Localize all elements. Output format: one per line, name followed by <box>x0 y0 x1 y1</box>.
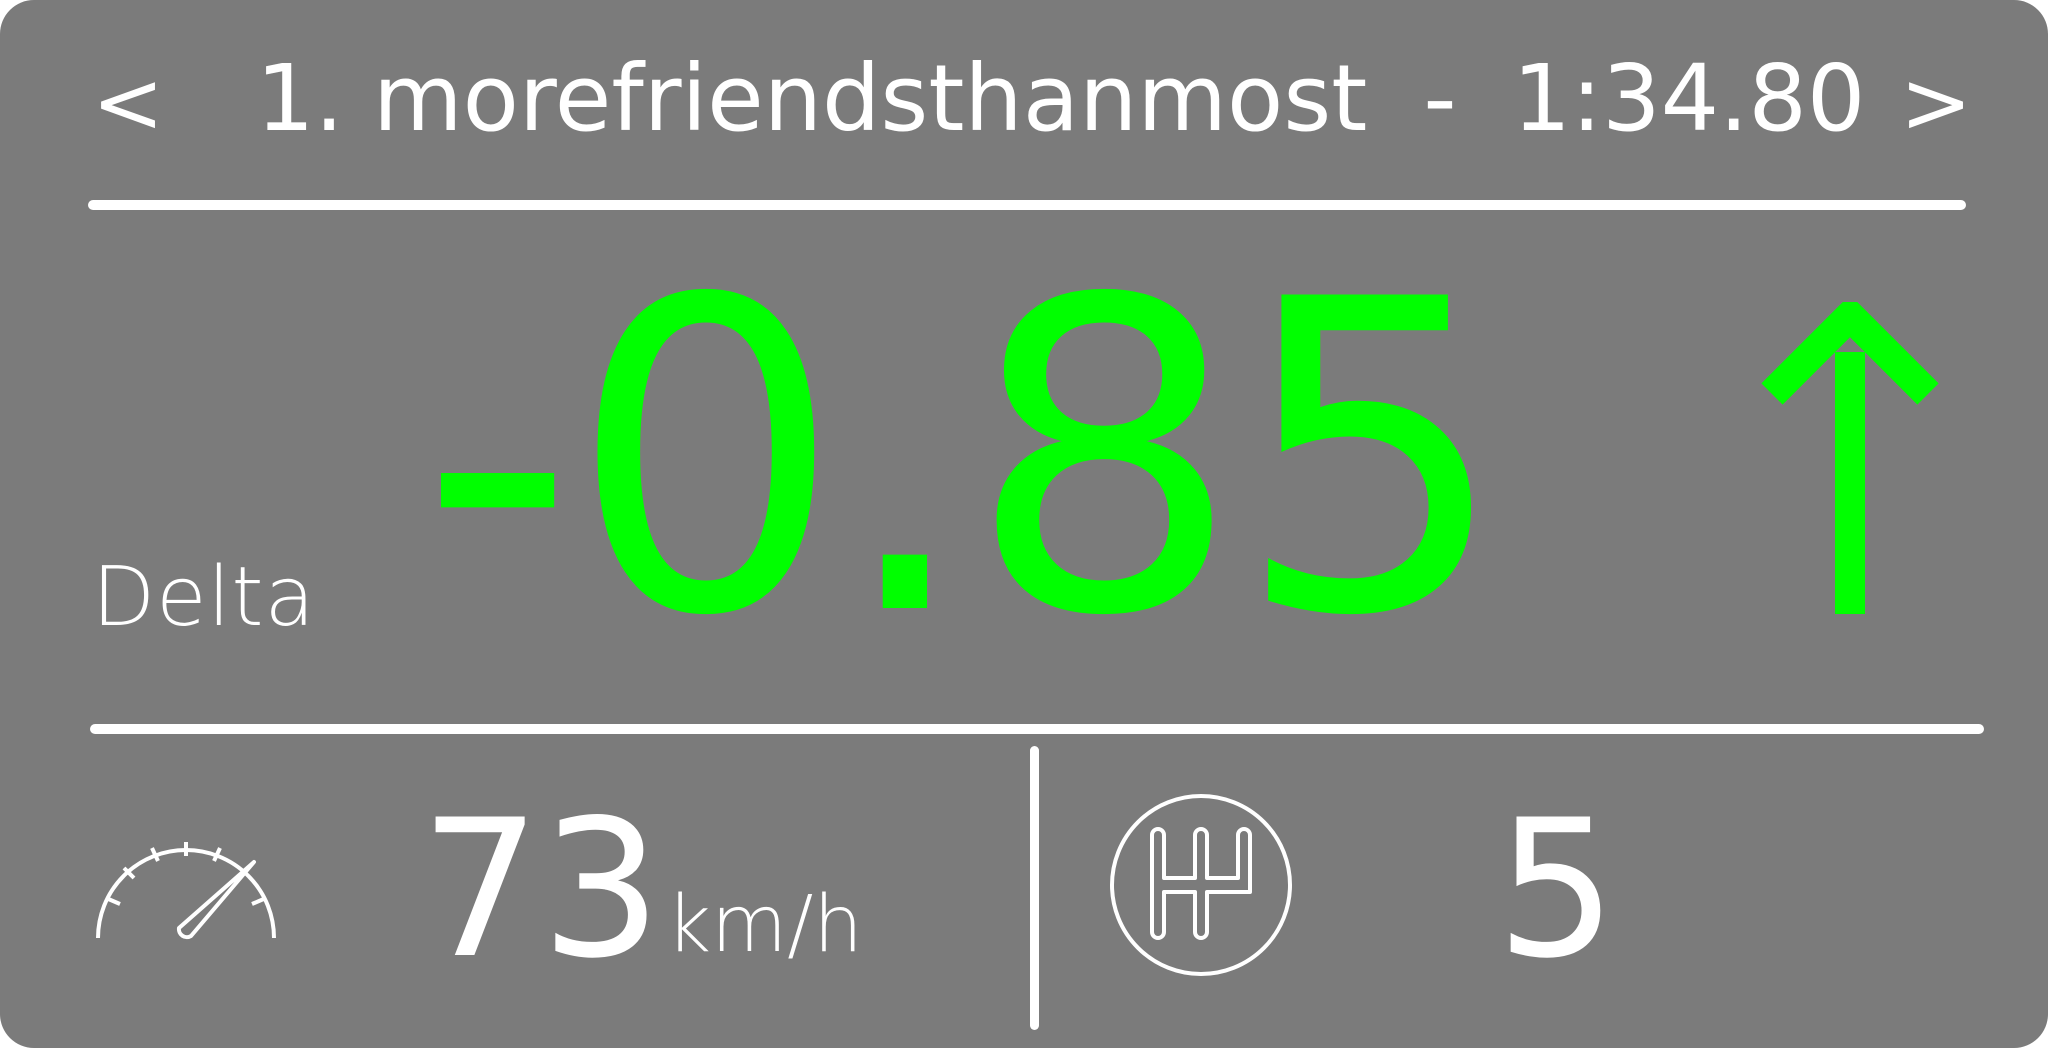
speed-unit: km/h <box>666 880 863 970</box>
header-divider <box>88 200 1966 210</box>
gear-value: 5 <box>1496 779 1617 1000</box>
header-bar: < 1. morefriendsthanmost -1:34.80 > <box>0 0 2048 200</box>
delta-label: Delta <box>92 550 316 645</box>
telemetry-panel: < 1. morefriendsthanmost -1:34.80 > Delta… <box>0 0 2048 1048</box>
arrow-up-icon <box>1761 302 1939 614</box>
bottom-divider <box>1030 746 1039 1030</box>
lap-time: 1:34.80 <box>1512 45 1866 152</box>
delta-value: -0.85 <box>420 210 1509 710</box>
driver-position: 1. <box>256 45 344 152</box>
section-divider <box>90 724 1984 734</box>
gear-shift-icon <box>1110 794 1292 976</box>
next-driver-button[interactable]: > <box>1900 48 1972 158</box>
speed-value: 73 <box>420 779 662 1000</box>
title-separator: - <box>1423 45 1457 152</box>
driver-name: morefriendsthanmost <box>373 45 1368 152</box>
previous-driver-button[interactable]: < <box>92 48 164 158</box>
driver-title: 1. morefriendsthanmost -1:34.80 <box>256 44 1865 154</box>
speedometer-icon <box>96 842 276 940</box>
